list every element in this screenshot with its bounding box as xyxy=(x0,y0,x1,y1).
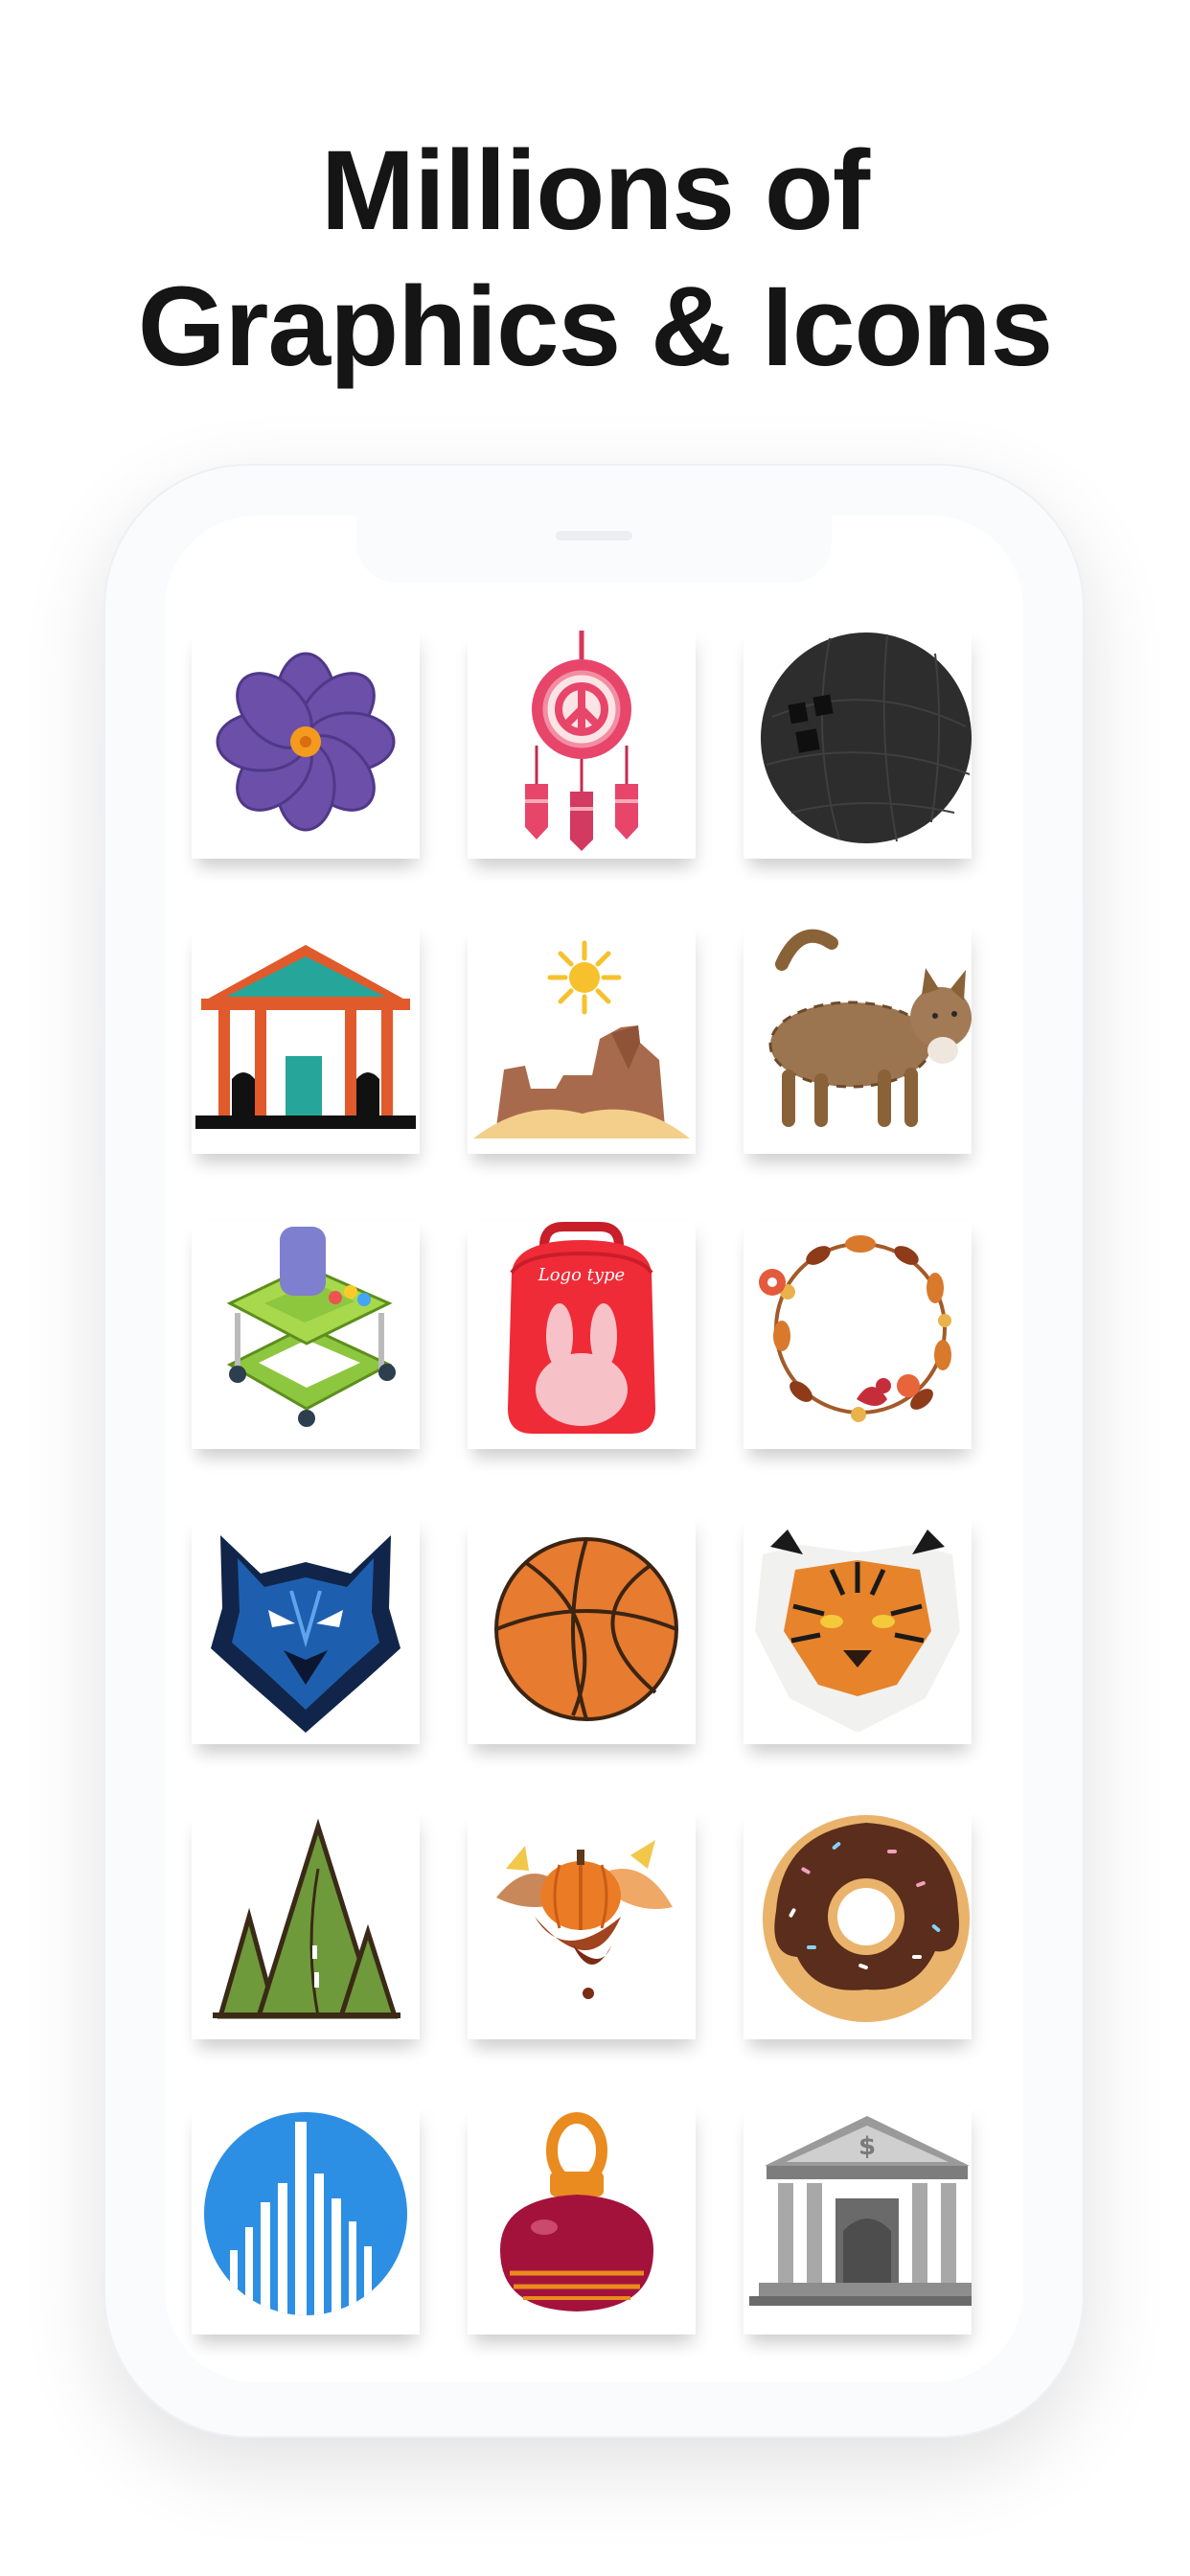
graphic-tile[interactable] xyxy=(468,631,696,859)
graphic-tile[interactable] xyxy=(192,1221,420,1449)
tiger-face-icon xyxy=(755,1530,960,1733)
headline-line-1: Millions of xyxy=(320,127,870,254)
desert-canyon-sun-icon xyxy=(473,940,690,1138)
graphic-tile[interactable] xyxy=(468,926,696,1154)
phone-side-button xyxy=(98,742,105,818)
graphic-tile[interactable] xyxy=(468,2106,696,2334)
donut-icon xyxy=(763,1815,970,2022)
graphic-tile[interactable] xyxy=(192,2106,420,2334)
bunny-backpack-icon: Logo type xyxy=(508,1222,655,1434)
wolf-mascot-icon xyxy=(211,1535,400,1733)
phone-volume-down-button xyxy=(98,1048,105,1173)
graphic-tile[interactable] xyxy=(192,1516,420,1744)
phone-power-button xyxy=(1083,905,1090,1096)
phone-volume-up-button xyxy=(98,886,105,1010)
basketball-icon xyxy=(494,1537,678,1721)
bank-dollar-symbol: $ xyxy=(858,2132,876,2161)
graphic-tile[interactable] xyxy=(192,1811,420,2039)
mountain-road-icon xyxy=(213,1818,400,2019)
purple-flower-icon xyxy=(216,652,396,832)
pavilion-building-icon xyxy=(195,945,416,1129)
cat-icon xyxy=(768,929,972,1127)
headline-line-2: Graphics & Icons xyxy=(137,264,1054,390)
graphics-grid: Logo type $ xyxy=(165,516,1023,2382)
phone-mockup: Logo type $ xyxy=(98,464,1090,2438)
graphic-tile[interactable]: $ xyxy=(744,2106,972,2334)
graphic-tile[interactable] xyxy=(744,1811,972,2039)
city-skyline-circle-icon xyxy=(204,2112,407,2315)
graphic-tile[interactable] xyxy=(192,631,420,859)
graphic-tile[interactable]: Logo type xyxy=(468,1221,696,1449)
graphic-tile[interactable] xyxy=(192,926,420,1154)
graphic-tile[interactable] xyxy=(468,1516,696,1744)
autumn-wreath-icon xyxy=(759,1235,951,1422)
dreamcatcher-peace-icon xyxy=(525,631,638,851)
autumn-pumpkin-bouquet-icon xyxy=(496,1840,673,1999)
baby-walker-icon xyxy=(226,1227,396,1427)
graphic-tile[interactable] xyxy=(744,1221,972,1449)
graphic-tile[interactable] xyxy=(744,1516,972,1744)
headline: Millions of Graphics & Icons xyxy=(0,123,1190,395)
graphic-tile[interactable] xyxy=(468,1811,696,2039)
ornament-bauble-icon xyxy=(500,2112,653,2312)
backpack-logo-text: Logo type xyxy=(538,1265,625,1285)
phone-speaker xyxy=(556,531,632,540)
phone-notch xyxy=(356,516,832,583)
graphic-tile[interactable] xyxy=(744,631,972,859)
phone-screen: Logo type $ xyxy=(165,516,1023,2382)
bank-building-icon: $ xyxy=(749,2116,972,2306)
graphic-tile[interactable] xyxy=(744,926,972,1154)
bowling-ball-icon xyxy=(761,632,972,843)
